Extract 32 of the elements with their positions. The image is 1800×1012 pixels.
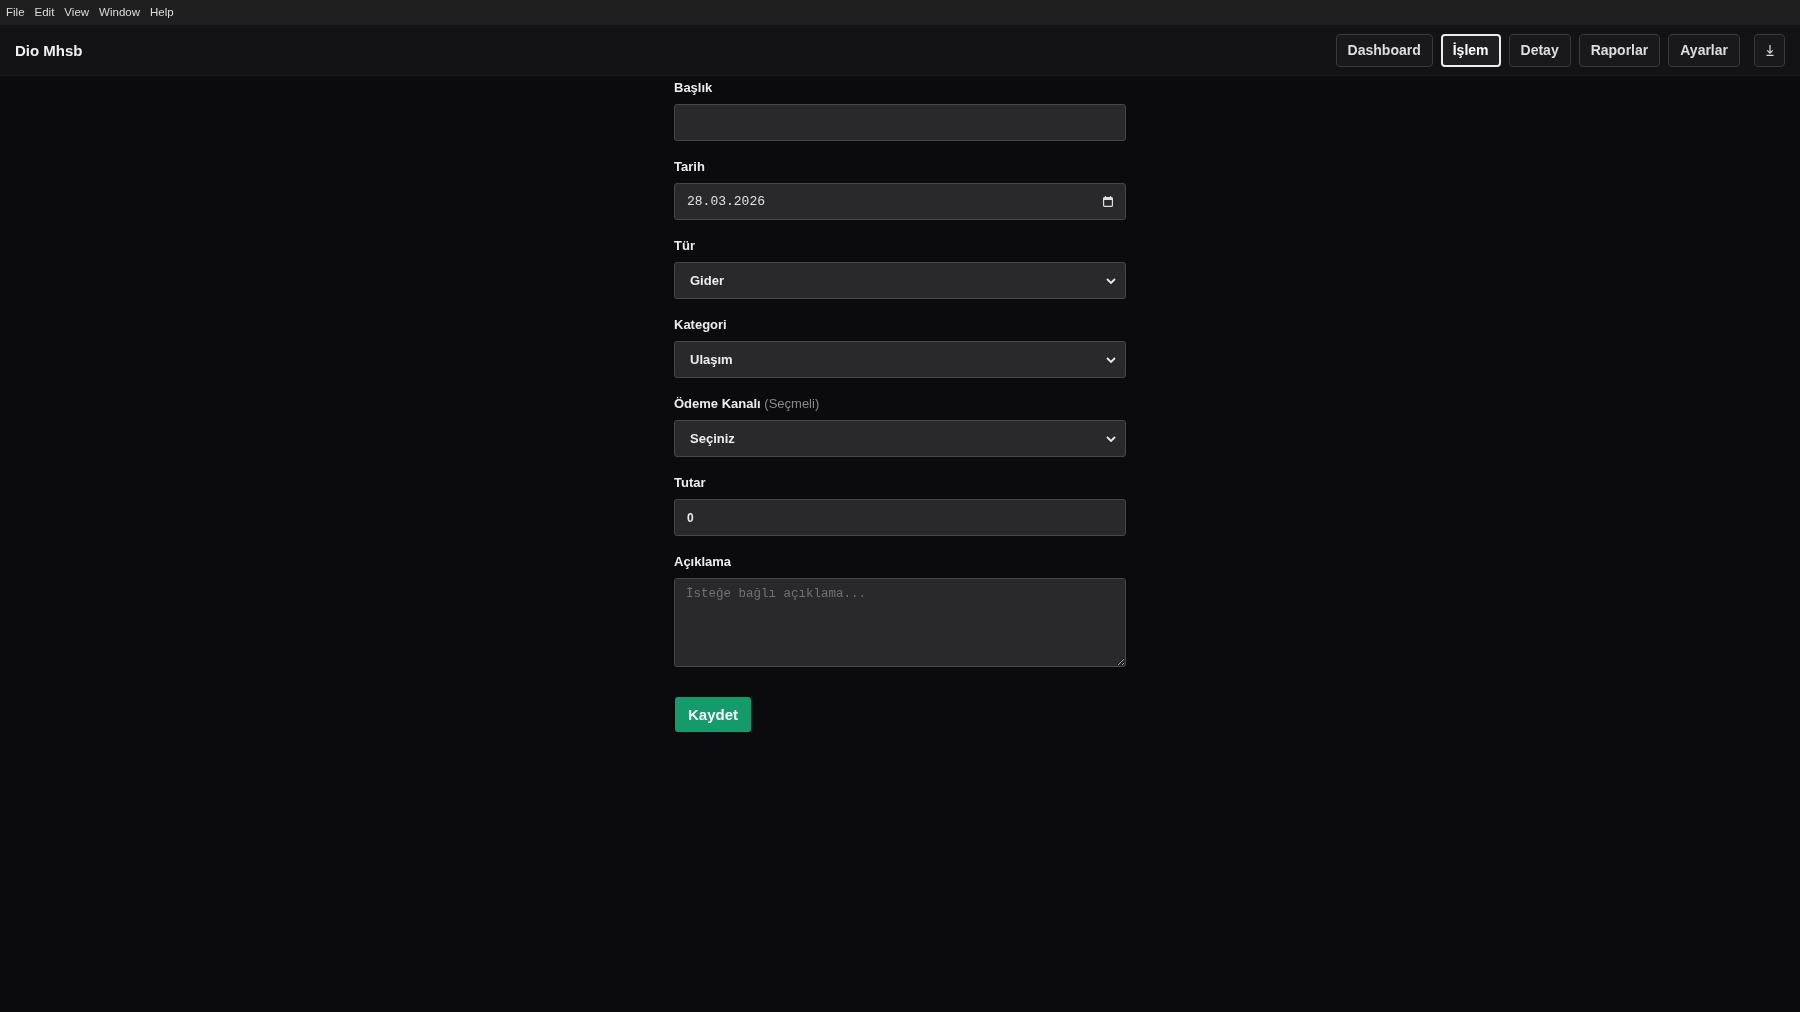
- field-label: Tarih: [674, 159, 705, 175]
- amount-field[interactable]: 0: [674, 499, 1126, 536]
- select-field[interactable]: Ulaşım: [674, 341, 1126, 378]
- menu-item[interactable]: File: [6, 5, 25, 20]
- menu-item[interactable]: Edit: [34, 5, 55, 20]
- chevron-down-icon: [1106, 435, 1116, 442]
- menu-item[interactable]: Window: [99, 5, 140, 20]
- select-field[interactable]: Gider: [674, 262, 1126, 299]
- description-field[interactable]: İsteğe bağlı açıklama...: [674, 578, 1126, 667]
- nav-tab[interactable]: Ayarlar: [1668, 33, 1740, 67]
- field-label: Tutar: [674, 475, 706, 491]
- chevron-down-icon: [1106, 277, 1116, 284]
- nav-tab[interactable]: Raporlar: [1578, 33, 1661, 67]
- chevron-down-icon: [1106, 356, 1116, 363]
- download-icon: [1765, 44, 1774, 56]
- select-field[interactable]: Seçiniz: [674, 420, 1126, 457]
- nav-tab[interactable]: İşlem: [1440, 33, 1501, 67]
- menu-item[interactable]: Help: [150, 5, 174, 20]
- app-title: Dio Mhsb: [15, 41, 83, 59]
- input-field[interactable]: [674, 104, 1126, 141]
- field-label: Ödeme Kanalı (Seçmeli): [674, 396, 820, 412]
- save-button[interactable]: Kaydet: [675, 697, 752, 732]
- field-label: Başlık: [674, 80, 713, 96]
- field-label: Açıklama: [674, 554, 732, 570]
- field-label: Kategori: [674, 317, 727, 333]
- nav-tab[interactable]: Dashboard: [1335, 33, 1433, 67]
- menu-item[interactable]: View: [64, 5, 90, 20]
- nav-tab[interactable]: Detay: [1508, 33, 1571, 67]
- calendar-icon[interactable]: [1103, 196, 1113, 207]
- field-label: Tür: [674, 238, 695, 254]
- date-field[interactable]: 28.03.2026: [674, 183, 1126, 220]
- download-button[interactable]: [1754, 33, 1785, 67]
